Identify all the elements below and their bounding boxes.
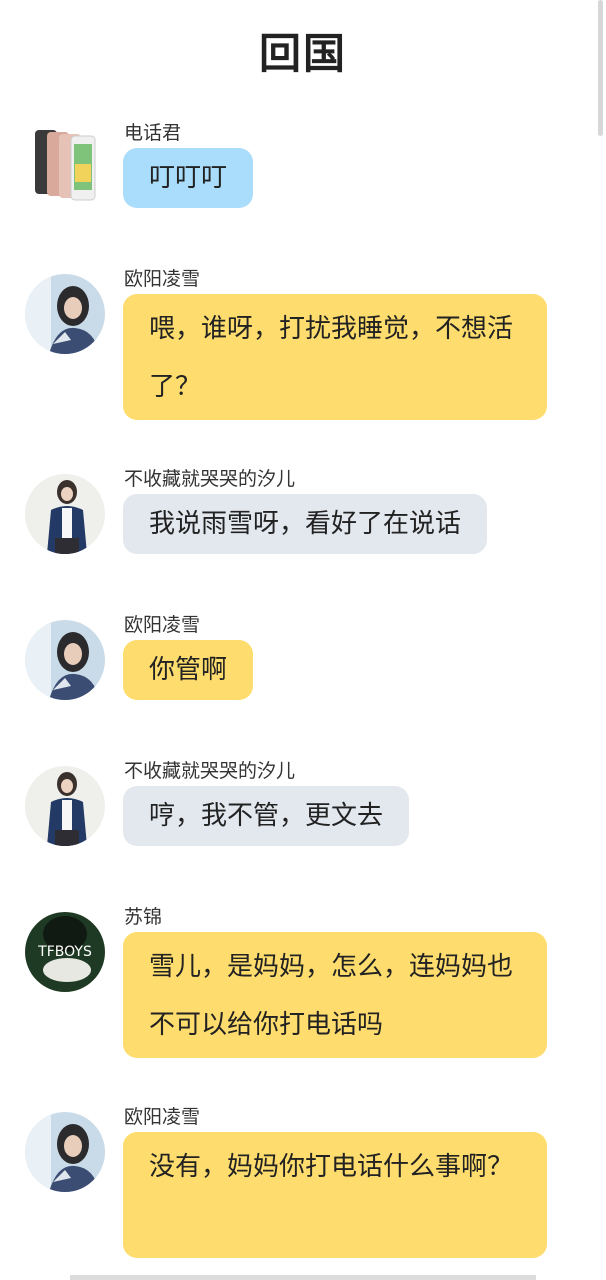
chat-screen: 回国 电话君 叮叮叮 欧阳凌雪 喂，谁呀，打扰我睡觉，不想活了？ 不收藏就哭哭的…	[0, 0, 606, 1280]
sender-name: 欧阳凌雪	[124, 268, 201, 290]
girl-avatar[interactable]	[25, 274, 105, 354]
sender-name: 苏锦	[124, 906, 163, 928]
girl-avatar[interactable]	[25, 1112, 105, 1192]
sender-name: 欧阳凌雪	[124, 614, 201, 636]
message-bubble[interactable]: 雪儿，是妈妈，怎么，连妈妈也不可以给你打电话吗	[123, 932, 547, 1058]
message-bubble[interactable]: 你管啊	[123, 640, 254, 700]
message-bubble[interactable]: 没有，妈妈你打电话什么事啊？	[123, 1132, 547, 1258]
bottom-toolbar-edge	[70, 1275, 536, 1280]
girl-jacket-avatar[interactable]	[25, 474, 105, 554]
sender-name: 欧阳凌雪	[124, 1106, 201, 1128]
sender-name: 电话君	[124, 122, 182, 144]
sender-name: 不收藏就哭哭的汐儿	[124, 760, 296, 782]
tfboys-avatar-text: TFBOYS	[37, 944, 92, 960]
girl-avatar[interactable]	[25, 620, 105, 700]
tfboys-avatar[interactable]: TFBOYS	[25, 912, 105, 992]
sender-name: 不收藏就哭哭的汐儿	[124, 468, 296, 490]
phone-avatar[interactable]	[25, 128, 105, 208]
girl-jacket-avatar[interactable]	[25, 766, 105, 846]
message-bubble[interactable]: 哼，我不管，更文去	[123, 786, 410, 846]
message-bubble[interactable]: 喂，谁呀，打扰我睡觉，不想活了？	[123, 294, 547, 420]
page-title: 回国	[258, 29, 347, 78]
scrollbar[interactable]	[598, 0, 603, 136]
message-bubble[interactable]: 叮叮叮	[123, 148, 254, 208]
message-bubble[interactable]: 我说雨雪呀，看好了在说话	[123, 494, 488, 554]
